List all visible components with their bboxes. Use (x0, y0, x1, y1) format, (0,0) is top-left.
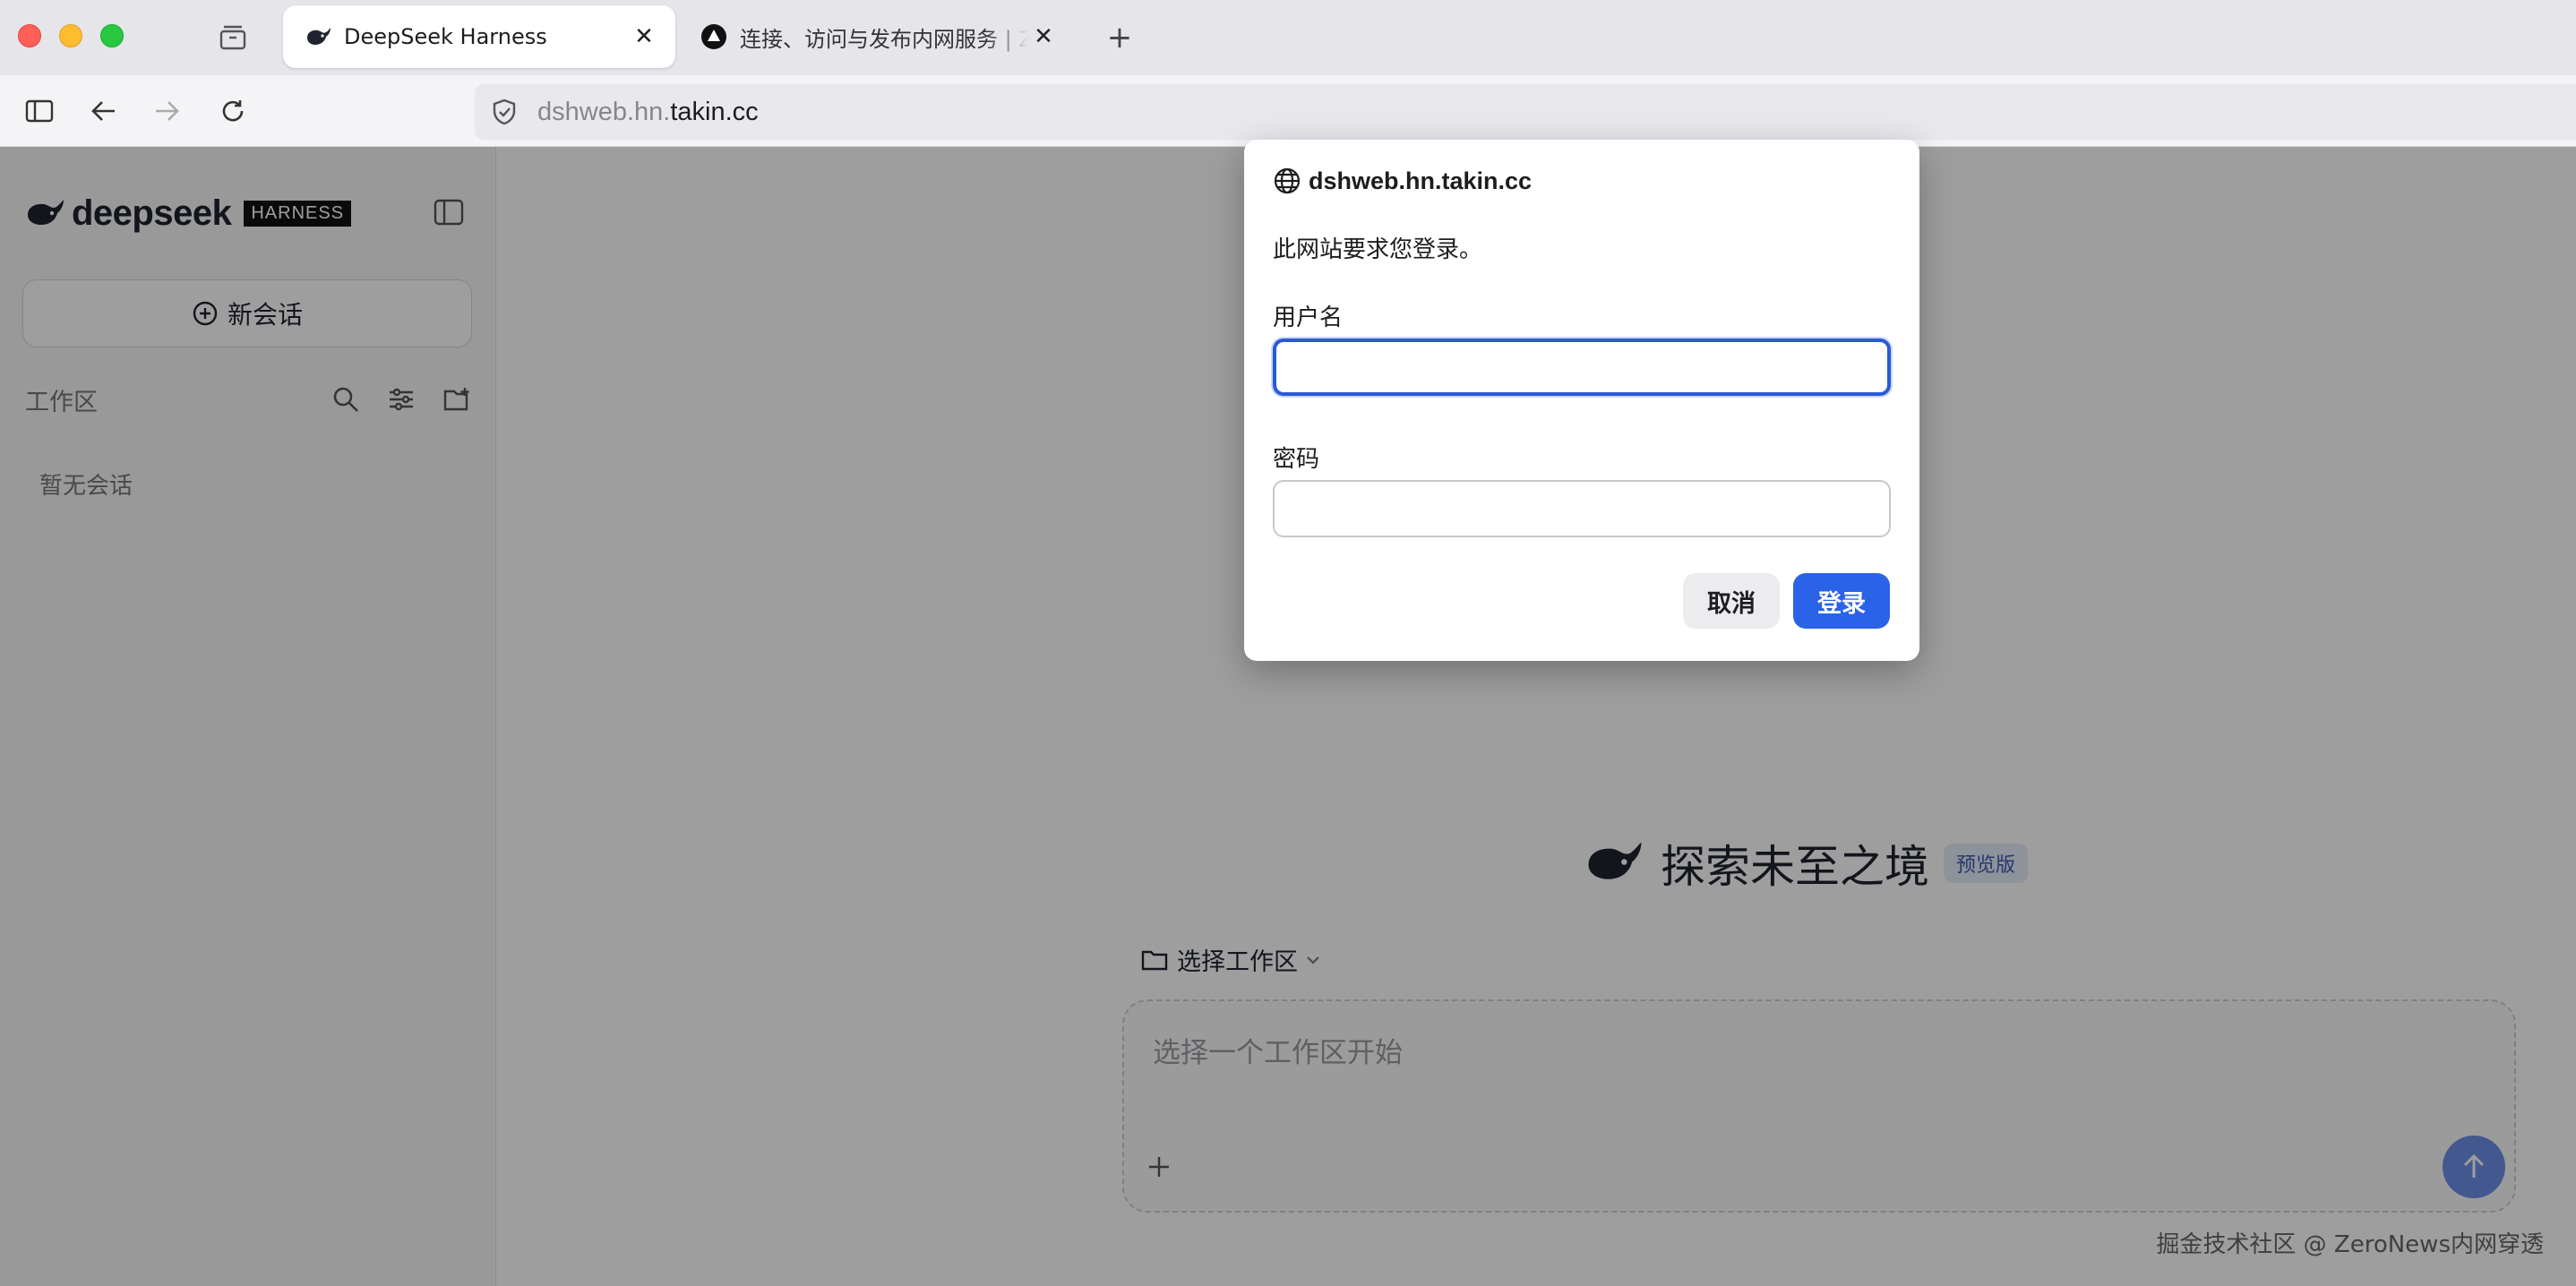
password-field[interactable] (1273, 480, 1891, 537)
whale-favicon-icon (303, 21, 333, 52)
cancel-button[interactable]: 取消 (1683, 573, 1780, 629)
close-window-button[interactable] (18, 24, 41, 47)
zoom-window-button[interactable] (100, 24, 124, 47)
password-label: 密码 (1273, 446, 1320, 473)
login-button[interactable]: 登录 (1793, 573, 1890, 629)
auth-dialog: dshweb.hn.takin.cc 此网站要求您登录。 用户名 密码 取消 登… (1244, 140, 1919, 661)
dialog-message: 此网站要求您登录。 (1273, 236, 1483, 263)
tab-title: DeepSeek Harness (344, 24, 547, 49)
browser-titlebar: DeepSeek Harness ✕ 连接、访问与发布内网服务 | ZeroNe… (0, 0, 2576, 75)
tab-title: 连接、访问与发布内网服务 | ZeroNews (740, 26, 1028, 52)
close-tab-icon[interactable]: ✕ (1028, 21, 1059, 52)
forward-icon[interactable] (149, 93, 185, 129)
tab-zeronews[interactable]: 连接、访问与发布内网服务 | ZeroNews ✕ (690, 5, 1075, 68)
close-tab-icon[interactable]: ✕ (629, 21, 659, 52)
dialog-host: dshweb.hn.takin.cc (1273, 167, 1532, 195)
sidebar-toggle-icon[interactable] (21, 93, 57, 129)
address-bar[interactable]: dshweb.hn.takin.cc (475, 84, 2576, 140)
browser-toolbar: dshweb.hn.takin.cc (0, 75, 2576, 147)
zeronews-favicon-icon (699, 21, 729, 52)
tab-overview-icon[interactable] (215, 20, 251, 56)
shield-icon[interactable] (491, 98, 518, 126)
username-field[interactable] (1273, 339, 1891, 396)
back-icon[interactable] (86, 93, 122, 129)
username-label: 用户名 (1273, 304, 1344, 331)
dialog-host-text: dshweb.hn.takin.cc (1309, 167, 1533, 194)
minimize-window-button[interactable] (59, 24, 82, 47)
globe-icon (1273, 167, 1301, 195)
new-tab-icon[interactable]: + (1102, 20, 1138, 56)
reload-icon[interactable] (215, 93, 251, 129)
url-text: dshweb.hn.takin.cc (537, 97, 759, 126)
tab-deepseek-harness[interactable]: DeepSeek Harness ✕ (283, 5, 675, 68)
